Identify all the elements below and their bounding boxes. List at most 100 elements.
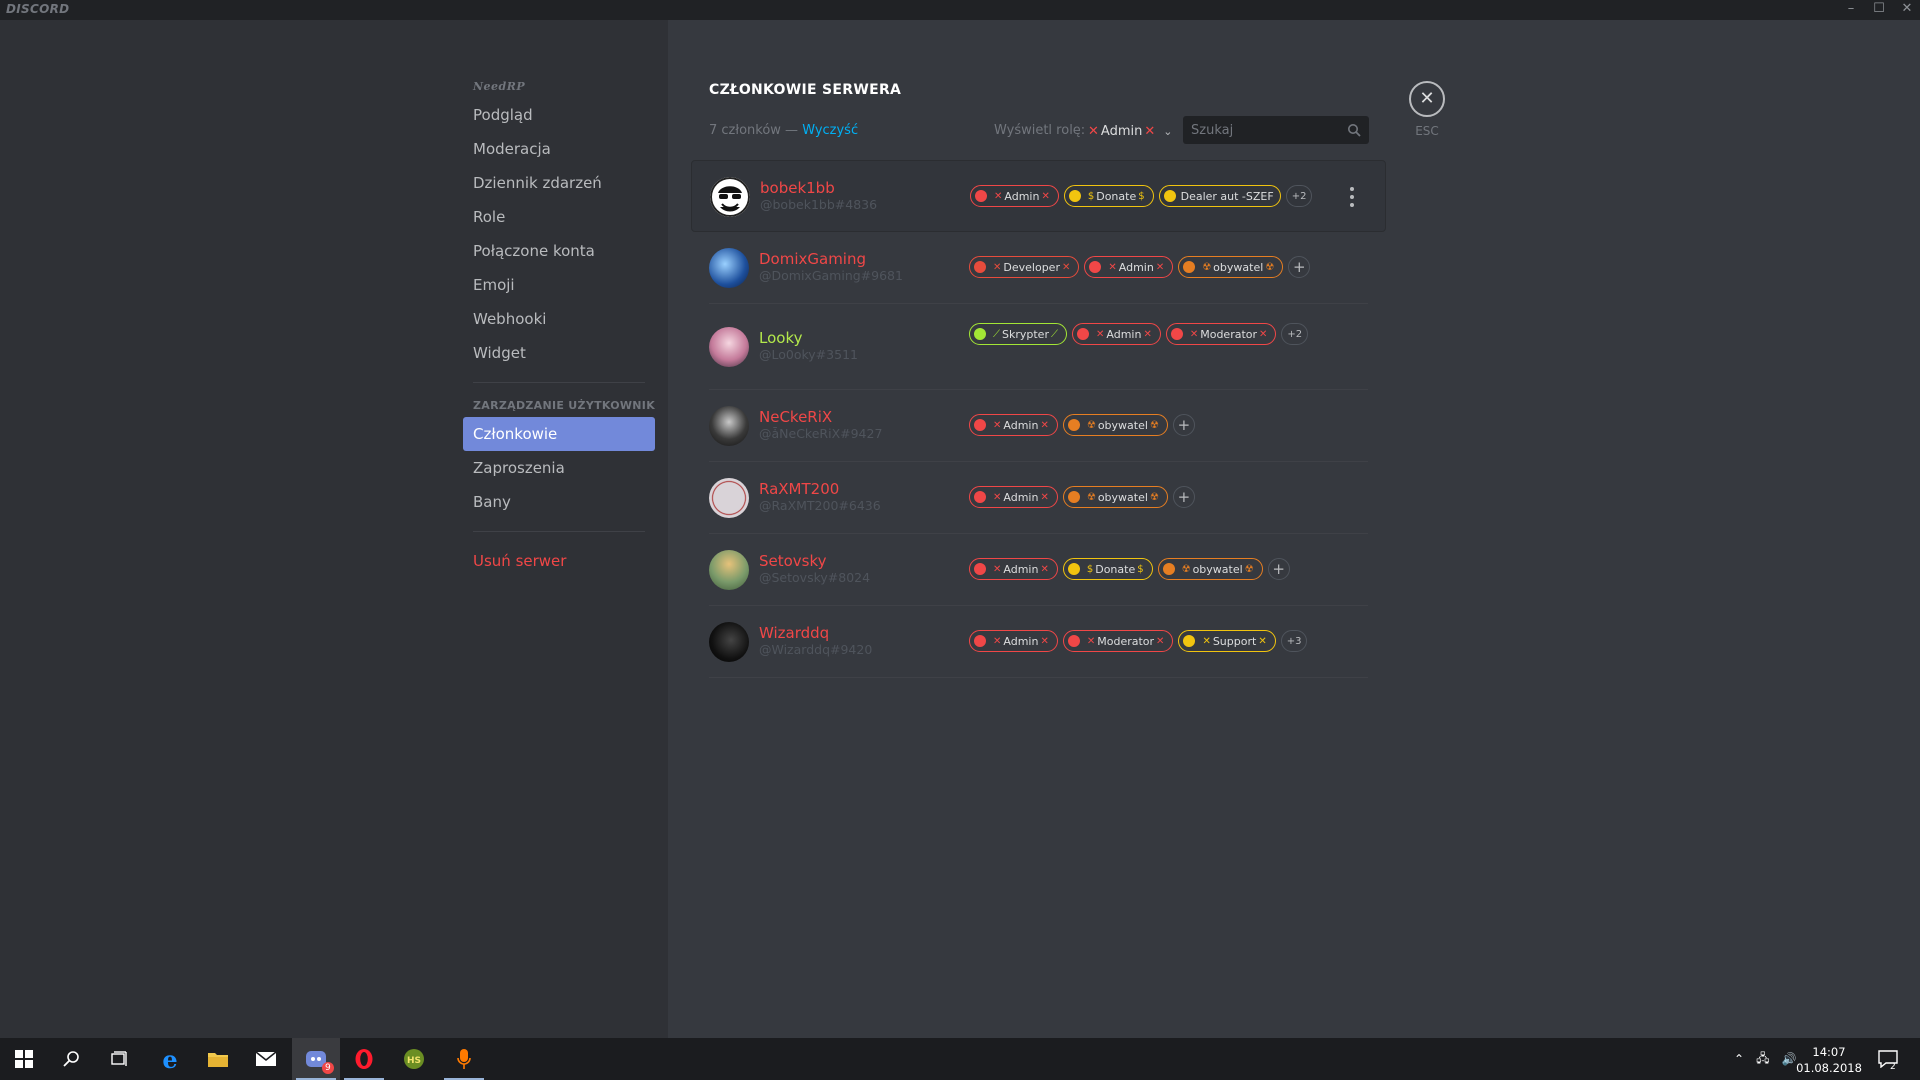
more-roles-badge[interactable]: +2 (1285, 185, 1313, 207)
role-pill[interactable]: ✕ Admin ✕ (969, 414, 1058, 436)
remove-role-icon[interactable] (974, 328, 986, 340)
role-pill[interactable]: ✕ Support ✕ (1178, 630, 1276, 652)
sidebar-item-moderation[interactable]: Moderacja (463, 132, 655, 166)
more-options-icon[interactable] (1349, 187, 1355, 207)
sidebar-item-audit-log[interactable]: Dziennik zdarzeń (463, 166, 655, 200)
role-pill[interactable]: ☢ obywatel ☢ (1178, 256, 1284, 278)
role-pill[interactable]: ☢ obywatel ☢ (1062, 486, 1168, 508)
file-explorer-icon[interactable] (194, 1038, 242, 1080)
blue-avatar[interactable] (709, 248, 749, 288)
hs-icon[interactable]: HS (390, 1038, 438, 1080)
role-prefix-icon: ☢ (1086, 491, 1096, 503)
remove-role-icon[interactable] (1068, 190, 1081, 202)
window-close-button[interactable]: ✕ (1896, 0, 1918, 20)
sidebar-item-connections[interactable]: Połączone konta (463, 234, 655, 268)
member-name: DomixGaming (759, 250, 867, 268)
member-row[interactable]: Wizarddq @Wizarddq#9420 ✕ Admin ✕ ✕ Moderator ✕… (709, 606, 1368, 678)
remove-role-icon[interactable] (974, 261, 986, 273)
edge-icon[interactable]: e (146, 1038, 194, 1080)
member-roles: ✕ Developer ✕ ✕ Admin ✕ ☢ obywatel ☢ + (969, 256, 1329, 278)
role-pill[interactable]: ✕ Moderator ✕ (1165, 323, 1277, 345)
remove-role-icon[interactable] (974, 491, 986, 503)
dark-avatar[interactable] (709, 406, 749, 446)
add-role-button[interactable]: + (1267, 558, 1290, 580)
remove-role-icon[interactable] (1163, 190, 1176, 202)
remove-role-icon[interactable] (1067, 563, 1080, 575)
member-row[interactable]: RaXMT200 @RaXMT200#6436 ✕ Admin ✕ ☢ obywatel ☢ + (709, 462, 1368, 534)
raxmt-avatar[interactable] (709, 478, 749, 518)
role-suffix-icon: ✕ (1155, 261, 1165, 273)
close-settings-button[interactable]: ✕ (1409, 81, 1445, 117)
role-pill[interactable]: ✕ Admin ✕ (969, 486, 1058, 508)
remove-role-icon[interactable] (974, 635, 986, 647)
minimize-button[interactable]: – (1840, 0, 1862, 20)
role-pill[interactable]: $ Donate $ (1063, 185, 1154, 207)
anime-avatar[interactable] (709, 327, 749, 367)
sunglasses-avatar[interactable] (710, 177, 750, 217)
search-input[interactable] (1183, 116, 1333, 144)
role-pill[interactable]: ✕ Admin ✕ (1084, 256, 1174, 278)
sidebar-item-widget[interactable]: Widget (463, 336, 655, 370)
remove-role-icon[interactable] (1089, 261, 1102, 273)
wizard-avatar[interactable] (709, 622, 749, 662)
sidebar-item-members[interactable]: Członkowie (463, 417, 655, 451)
remove-role-icon[interactable] (1183, 635, 1196, 647)
remove-role-icon[interactable] (974, 563, 986, 575)
add-role-button[interactable]: + (1288, 256, 1311, 278)
clock[interactable]: 14:07 01.08.2018 (1794, 1044, 1864, 1076)
sidebar-item-webhooks[interactable]: Webhooki (463, 302, 655, 336)
network-icon[interactable]: 🖧 (1756, 1049, 1769, 1070)
remove-role-icon[interactable] (1183, 261, 1196, 273)
opera-icon[interactable] (340, 1038, 388, 1080)
task-view-icon[interactable] (96, 1038, 144, 1080)
role-filter-dropdown[interactable]: ✕ Admin ✕ ⌄ (1086, 120, 1172, 142)
remove-role-icon[interactable] (1162, 563, 1175, 575)
add-role-button[interactable]: + (1172, 414, 1195, 436)
role-suffix-icon: $ (1138, 190, 1145, 202)
role-pill[interactable]: $ Donate $ (1062, 558, 1153, 580)
more-roles-badge[interactable]: +2 (1281, 323, 1309, 345)
discord-icon[interactable]: 9 (292, 1038, 340, 1080)
sidebar-item-overview[interactable]: Podgląd (463, 98, 655, 132)
role-pill[interactable]: ✕ Admin ✕ (1071, 323, 1161, 345)
role-pill[interactable]: ✕ Admin ✕ (969, 630, 1058, 652)
member-row[interactable]: DomixGaming @DomixGaming#9681 ✕ Developer ✕ ✕… (709, 232, 1368, 304)
chevron-up-icon[interactable]: ⌃ (1734, 1052, 1744, 1066)
role-pill[interactable]: ✕ Admin ✕ (969, 558, 1058, 580)
add-role-button[interactable]: + (1172, 486, 1195, 508)
sidebar-item-emoji[interactable]: Emoji (463, 268, 655, 302)
photo-avatar[interactable] (709, 550, 749, 590)
search-icon[interactable] (48, 1038, 96, 1080)
remove-role-icon[interactable] (1170, 328, 1183, 340)
search-icon (1348, 124, 1361, 137)
clear-filter-link[interactable]: Wyczyść (802, 123, 858, 138)
member-row[interactable]: Setovsky @Setovsky#8024 ✕ Admin ✕ $ Donate $ ☢ ob… (709, 534, 1368, 606)
maximize-button[interactable]: ☐ (1868, 0, 1890, 20)
divider (473, 382, 645, 383)
delete-server-button[interactable]: Usuń serwer (463, 544, 655, 578)
sidebar-item-invites[interactable]: Zaproszenia (463, 451, 655, 485)
role-pill[interactable]: Dealer aut -SZEF (1158, 185, 1281, 207)
member-row[interactable]: bobek1bb @bobek1bb#4836 ✕ Admin ✕ $ Donate $ Dea… (691, 160, 1386, 232)
member-row[interactable]: Looky @Lo0oky#3511 ⟋ Skrypter ⟋ ✕ Admin ✕ ✕ Moder… (709, 304, 1368, 390)
microphone-icon[interactable] (440, 1038, 488, 1080)
role-pill[interactable]: ☢ obywatel ☢ (1062, 414, 1168, 436)
windows-start-icon[interactable] (0, 1038, 48, 1080)
role-pill[interactable]: ☢ obywatel ☢ (1157, 558, 1263, 580)
role-pill[interactable]: ✕ Admin ✕ (970, 185, 1059, 207)
sidebar-item-roles[interactable]: Role (463, 200, 655, 234)
more-roles-badge[interactable]: +3 (1280, 630, 1308, 652)
role-pill[interactable]: ✕ Developer ✕ (969, 256, 1080, 278)
remove-role-icon[interactable] (1067, 491, 1080, 503)
role-pill[interactable]: ⟋ Skrypter ⟋ (969, 323, 1067, 345)
remove-role-icon[interactable] (974, 419, 986, 431)
role-pill[interactable]: ✕ Moderator ✕ (1062, 630, 1174, 652)
remove-role-icon[interactable] (975, 190, 987, 202)
remove-role-icon[interactable] (1067, 419, 1080, 431)
member-row[interactable]: NeCkeRiX @ǡNeCkeRiX#9427 ✕ Admin ✕ ☢ obywatel ☢… (709, 390, 1368, 462)
sidebar-item-bans[interactable]: Bany (463, 485, 655, 519)
remove-role-icon[interactable] (1076, 328, 1089, 340)
remove-role-icon[interactable] (1067, 635, 1080, 647)
notifications-icon[interactable]: 2 (1868, 1038, 1908, 1080)
mail-icon[interactable] (242, 1038, 290, 1080)
